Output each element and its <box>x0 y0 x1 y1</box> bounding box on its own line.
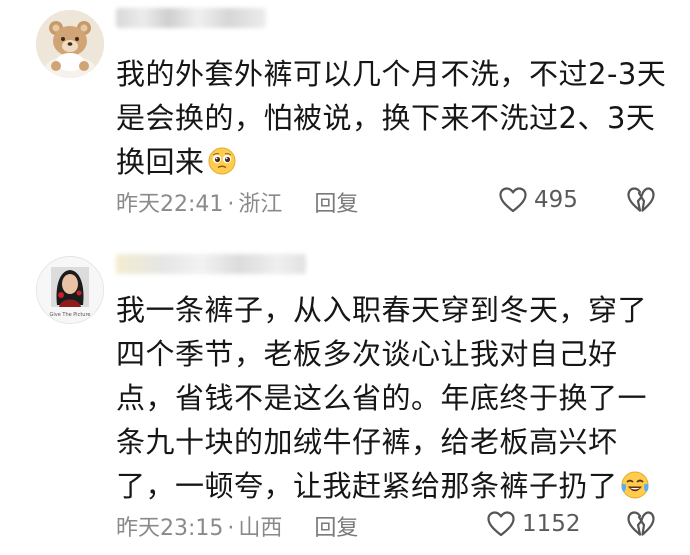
like-button[interactable]: 495 <box>498 186 578 214</box>
heart-outline-icon <box>487 511 515 537</box>
like-count: 1152 <box>522 511 581 537</box>
comment-item: 我的外套外裤可以几个月不洗，不过2-3天是会换的，怕被说，换下来不洗过2、3天换… <box>0 0 690 240</box>
comment-item: Give The Picture 我一条裤子，从入职春天穿到冬天，穿了四个季节，… <box>0 240 690 555</box>
avatar-caption: Give The Picture <box>50 312 91 318</box>
avatar[interactable]: Give The Picture <box>36 256 104 324</box>
comment-body: 我的外套外裤可以几个月不洗，不过2-3天是会换的，怕被说，换下来不洗过2、3天换… <box>116 57 667 179</box>
girl-portrait-avatar-icon: Give The Picture <box>37 257 103 323</box>
like-button[interactable]: 1152 <box>486 510 581 538</box>
comment-text: 我一条裤子，从入职春天穿到冬天，穿了四个季节，老板多次谈心让我对自己好点，省钱不… <box>116 288 672 508</box>
pleading-face-emoji <box>207 144 237 175</box>
comment-meta: 昨天22:41 · 浙江 回复 <box>116 186 358 218</box>
meta-separator: · <box>227 192 235 217</box>
comment-time: 昨天22:41 <box>116 192 224 217</box>
broken-heart-icon <box>627 187 655 212</box>
username-blurred[interactable] <box>116 8 266 28</box>
avatar[interactable] <box>36 10 104 78</box>
username-blurred[interactable] <box>116 254 306 274</box>
reply-button[interactable]: 回复 <box>314 516 358 541</box>
comment-location: 山西 <box>238 516 283 541</box>
heart-outline-icon <box>499 187 527 213</box>
dislike-button[interactable] <box>626 186 656 218</box>
dislike-button[interactable] <box>626 510 656 542</box>
comment-meta: 昨天23:15 · 山西 回复 <box>116 510 358 542</box>
comment-location: 浙江 <box>238 192 283 217</box>
like-count: 495 <box>534 187 578 213</box>
comment-text: 我的外套外裤可以几个月不洗，不过2-3天是会换的，怕被说，换下来不洗过2、3天换… <box>116 52 672 184</box>
meta-separator: · <box>227 516 235 541</box>
tears-of-joy-emoji <box>620 468 650 499</box>
teddy-bear-avatar-icon <box>36 10 104 78</box>
reply-button[interactable]: 回复 <box>314 192 358 217</box>
comment-time: 昨天23:15 <box>116 516 224 541</box>
comment-body: 我一条裤子，从入职春天穿到冬天，穿了四个季节，老板多次谈心让我对自己好点，省钱不… <box>116 293 648 503</box>
broken-heart-icon <box>627 511 655 536</box>
